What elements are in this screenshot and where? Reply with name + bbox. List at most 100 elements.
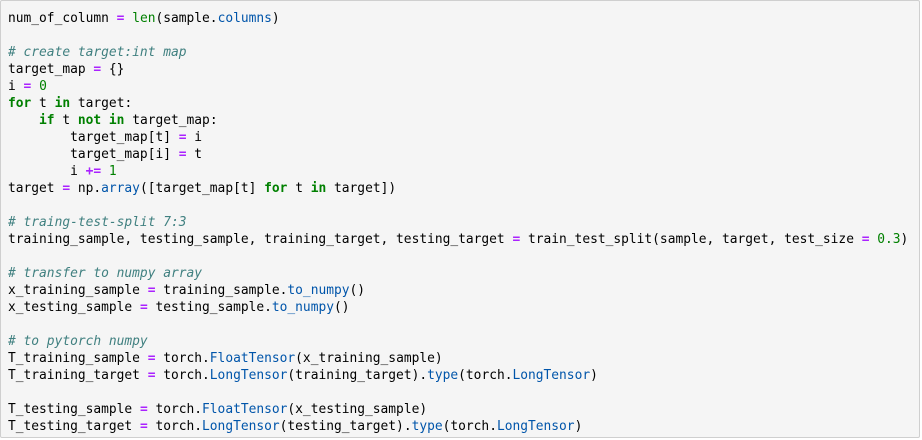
- code-token: torch.: [147, 419, 203, 434]
- code-line: T_testing_sample = torch.FloatTensor(x_t…: [8, 401, 908, 418]
- code-token: ): [574, 419, 583, 434]
- code-token-attr: type: [411, 419, 443, 434]
- code-token: (): [349, 283, 366, 298]
- code-token-comment: # create target:int map: [8, 45, 187, 60]
- code-token-attr: to_numpy: [287, 283, 350, 298]
- code-token-attr: LongTensor: [202, 419, 280, 434]
- code-token-kw: for: [264, 181, 288, 196]
- code-token: num_of_column: [8, 11, 117, 26]
- code-token-op: =: [178, 147, 187, 162]
- code-token: (testing_target).: [279, 419, 412, 434]
- code-token-attr: LongTensor: [209, 368, 288, 383]
- code-line: i += 1: [8, 163, 908, 180]
- code-token-kw: for: [8, 96, 32, 111]
- code-token: training_sample.: [155, 283, 288, 298]
- code-token-attr: FloatTensor: [209, 351, 296, 366]
- code-token: t: [54, 113, 78, 128]
- code-token-attr: array: [101, 181, 140, 196]
- code-token-comment: # traing-test-split 7:3: [8, 215, 187, 230]
- code-line: target_map[t] = i: [8, 129, 908, 146]
- code-token: T_training_sample: [8, 351, 148, 366]
- code-token-attr: type: [427, 368, 459, 383]
- code-token-attr: LongTensor: [496, 419, 575, 434]
- code-token-comment: # transfer to numpy array: [8, 266, 203, 281]
- code-token: i: [8, 164, 86, 179]
- code-token-kw: if: [39, 113, 55, 128]
- code-token-attr: LongTensor: [512, 368, 591, 383]
- code-token: T_training_target: [8, 368, 148, 383]
- code-line: # transfer to numpy array: [8, 265, 908, 282]
- code-line: target_map[i] = t: [8, 146, 908, 163]
- code-token: target_map[i]: [8, 147, 179, 162]
- code-token: ): [271, 11, 280, 26]
- code-token-num: 0: [39, 79, 47, 94]
- code-line: target = np.array([target_map[t] for t i…: [8, 180, 908, 197]
- code-line: # traing-test-split 7:3: [8, 214, 908, 231]
- code-token-attr: to_numpy: [271, 300, 334, 315]
- code-token: torch.: [147, 402, 203, 417]
- code-token-builtin: len: [132, 11, 156, 26]
- code-token: (x_testing_sample): [287, 402, 428, 417]
- code-token: (): [333, 300, 350, 315]
- code-token-attr: columns: [217, 11, 272, 26]
- code-editor[interactable]: num_of_column = len(sample.columns) # cre…: [8, 10, 908, 435]
- code-token: ): [900, 232, 909, 247]
- code-token-op: =: [139, 419, 148, 434]
- code-token: {}: [101, 62, 125, 77]
- code-token: ): [590, 368, 598, 383]
- code-line: T_testing_target = torch.LongTensor(test…: [8, 418, 908, 435]
- code-line: T_training_sample = torch.FloatTensor(x_…: [8, 350, 908, 367]
- code-token: (sample.: [155, 11, 218, 26]
- code-token: T_testing_target: [8, 419, 140, 434]
- code-token: testing_sample.: [147, 300, 272, 315]
- code-token-kw: in: [310, 181, 327, 196]
- code-token: x_testing_sample: [8, 300, 140, 315]
- code-token: np.: [70, 181, 102, 196]
- code-line: T_training_target = torch.LongTensor(tra…: [8, 367, 908, 384]
- code-token: x_training_sample: [8, 283, 148, 298]
- code-token-op: =: [139, 402, 148, 417]
- code-token: i: [186, 130, 203, 145]
- code-token: target_map:: [124, 113, 218, 128]
- code-token: training_sample, testing_sample, trainin…: [8, 232, 513, 247]
- code-token: target]): [326, 181, 397, 196]
- code-line: x_training_sample = training_sample.to_n…: [8, 282, 908, 299]
- code-token: (training_target).: [287, 368, 428, 383]
- code-token: train_test_split(sample, target, test_si…: [520, 232, 862, 247]
- code-token-attr: FloatTensor: [202, 402, 288, 417]
- code-token: ([target_map[t]: [139, 181, 265, 196]
- code-token-op: +=: [85, 164, 102, 179]
- code-token: i: [8, 79, 24, 94]
- code-token: t: [287, 181, 311, 196]
- code-cell[interactable]: num_of_column = len(sample.columns) # cre…: [0, 0, 920, 438]
- code-token-kw: not in: [77, 113, 125, 128]
- code-token: t: [186, 147, 203, 162]
- code-token: torch.: [155, 368, 210, 383]
- code-token: target:: [70, 96, 133, 111]
- code-token: target_map[t]: [8, 130, 179, 145]
- code-line: training_sample, testing_sample, trainin…: [8, 231, 908, 248]
- code-token: (torch.: [442, 419, 497, 434]
- code-token-op: =: [62, 181, 71, 196]
- code-line: num_of_column = len(sample.columns): [8, 10, 908, 27]
- code-token: T_testing_sample: [8, 402, 140, 417]
- code-token: target: [8, 181, 63, 196]
- code-token-op: =: [93, 62, 102, 77]
- code-token: (torch.: [458, 368, 513, 383]
- code-token-op: =: [178, 130, 187, 145]
- code-line: if t not in target_map:: [8, 112, 908, 129]
- code-token: t: [31, 96, 55, 111]
- code-line: target_map = {}: [8, 61, 908, 78]
- code-token-num: 1: [108, 164, 117, 179]
- code-line: i = 0: [8, 78, 908, 95]
- code-token-num: 0.3: [877, 232, 901, 247]
- code-token-kw: in: [54, 96, 71, 111]
- code-token: target_map: [8, 62, 94, 77]
- code-line: # create target:int map: [8, 44, 908, 61]
